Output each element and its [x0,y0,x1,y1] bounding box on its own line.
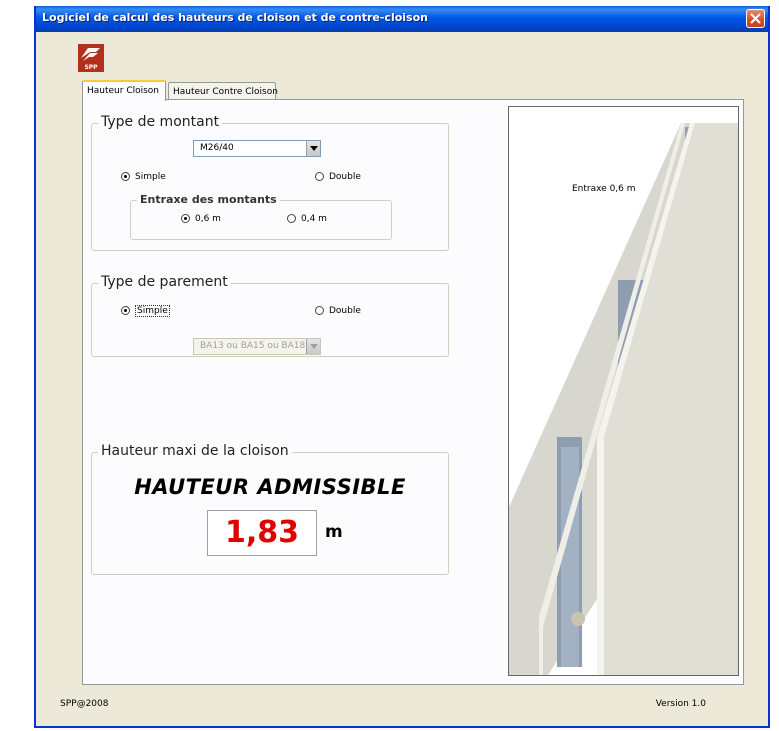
type-montant-legend: Type de montant [98,114,223,130]
hauteur-value: 1,83 [207,510,317,556]
montant-radio-simple[interactable]: Simple [121,172,166,182]
close-button[interactable] [746,9,765,28]
radio-selected-icon [121,306,130,315]
type-parement-legend: Type de parement [98,274,231,290]
close-icon [750,13,761,24]
logo-label: SPP [84,64,98,71]
tab-hauteur-cloison[interactable]: Hauteur Cloison [82,80,166,101]
parement-radio-simple[interactable]: Simple [121,305,170,317]
spp-logo: SPP [78,44,104,72]
entraxe-radio-06-label: 0,6 m [195,214,221,224]
montant-radio-double[interactable]: Double [315,172,361,182]
entraxe-group: Entraxe des montants 0,6 m 0,4 m [130,193,392,240]
entraxe-radio-04[interactable]: 0,4 m [287,214,327,224]
chevron-down-icon [306,339,320,354]
footer-copyright: SPP@2008 [60,699,109,709]
parement-radio-simple-label: Simple [135,305,170,317]
logo-icon [81,48,100,61]
radio-selected-icon [121,172,130,181]
partition-preview: Entraxe 0,6 m [508,106,739,676]
type-montant-group: Type de montant M26/40 Simple Double Ent… [91,114,449,251]
title-bar[interactable]: Logiciel de calcul des hauteurs de clois… [36,6,768,32]
app-window: Logiciel de calcul des hauteurs de clois… [34,6,770,728]
parement-radio-double[interactable]: Double [315,306,361,316]
type-parement-group: Type de parement Simple Double BA13 ou B… [91,274,449,357]
parement-select-value: BA13 ou BA15 ou BA18 [200,341,306,351]
hauteur-unit: m [325,522,343,542]
window-title: Logiciel de calcul des hauteurs de clois… [42,11,428,24]
radio-icon [287,214,296,223]
parement-radio-double-label: Double [329,306,361,316]
montant-select[interactable]: M26/40 [193,140,321,157]
hauteur-heading: HAUTEUR ADMISSIBLE [134,475,406,499]
tab-panel: Type de montant M26/40 Simple Double Ent… [82,99,744,685]
hauteur-group: Hauteur maxi de la cloison HAUTEUR ADMIS… [91,443,449,575]
tab-hauteur-contre-cloison[interactable]: Hauteur Contre Cloison [168,82,278,100]
montant-radio-simple-label: Simple [135,172,166,182]
parement-select: BA13 ou BA15 ou BA18 [193,338,321,355]
radio-icon [315,306,324,315]
preview-label: Entraxe 0,6 m [572,184,636,194]
chevron-down-icon[interactable] [306,141,320,156]
entraxe-radio-06[interactable]: 0,6 m [181,214,221,224]
radio-selected-icon [181,214,190,223]
radio-icon [315,172,324,181]
montant-radio-double-label: Double [329,172,361,182]
hauteur-legend: Hauteur maxi de la cloison [98,443,292,459]
entraxe-radio-04-label: 0,4 m [301,214,327,224]
entraxe-legend: Entraxe des montants [137,193,280,206]
montant-select-value: M26/40 [200,143,234,153]
footer-version: Version 1.0 [655,699,706,709]
